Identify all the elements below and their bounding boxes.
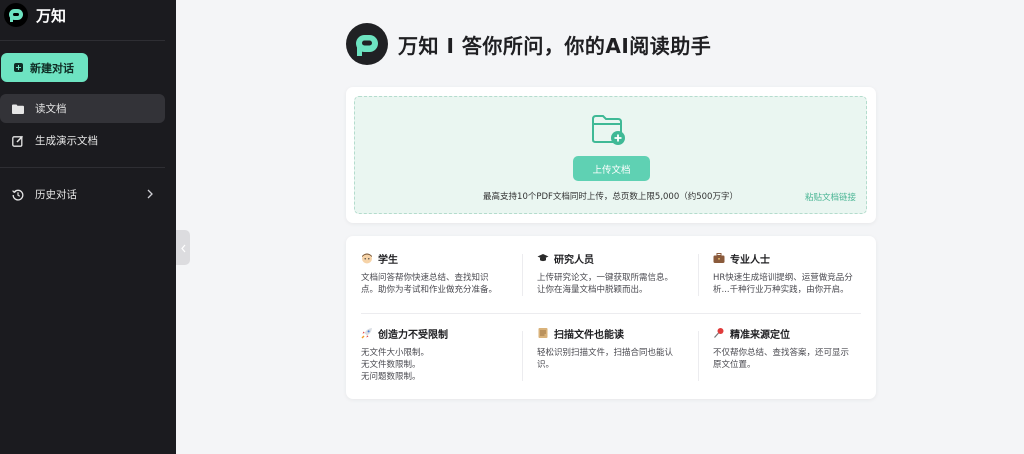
divider xyxy=(522,254,523,296)
briefcase-icon xyxy=(713,252,725,264)
new-chat-label: 新建对话 xyxy=(30,61,74,75)
app-logo-icon xyxy=(346,23,388,65)
divider xyxy=(698,331,699,381)
sidebar-item-generate-slides[interactable]: 生成演示文档 xyxy=(0,126,165,155)
features-card: 学生 文档问答帮你快速总结、查找知识 点。助你为考试和作业做充分准备。 研究人员… xyxy=(346,236,876,399)
upload-dropzone[interactable]: 上传文档 最高支持10个PDF文档同时上传，总页数上限5,000（约500万字）… xyxy=(354,96,867,214)
hero: 万知 I 答你所问，你的AI阅读助手 xyxy=(346,23,711,65)
feature-title: 学生 xyxy=(378,254,398,266)
upload-hint: 最高支持10个PDF文档同时上传，总页数上限5,000（约500万字） xyxy=(483,192,738,202)
plus-icon xyxy=(14,63,23,72)
divider xyxy=(0,167,165,168)
new-chat-button[interactable]: 新建对话 xyxy=(1,53,88,82)
history-icon xyxy=(12,189,24,201)
divider xyxy=(361,313,861,314)
feature-desc: 无文件大小限制。 无文件数限制。 无问题数限制。 xyxy=(361,348,430,382)
chevron-right-icon xyxy=(147,189,153,202)
feature-desc: 轻松识别扫描文件，扫描合同也能认 识。 xyxy=(537,348,674,370)
brand-logo-icon xyxy=(4,3,28,27)
sidebar-item-label: 历史对话 xyxy=(35,189,77,201)
folder-icon xyxy=(12,103,24,115)
scroll-icon xyxy=(537,327,549,339)
feature-desc: 文档问答帮你快速总结、查找知识 点。助你为考试和作业做充分准备。 xyxy=(361,273,498,295)
brand[interactable]: 万知 xyxy=(4,2,66,28)
rocket-icon xyxy=(361,327,373,339)
upload-card: 上传文档 最高支持10个PDF文档同时上传，总页数上限5,000（约500万字）… xyxy=(346,87,876,223)
upload-document-button[interactable]: 上传文档 xyxy=(573,156,650,181)
brand-name: 万知 xyxy=(36,6,67,25)
feature-title: 精准来源定位 xyxy=(730,329,790,341)
sidebar-item-history[interactable]: 历史对话 xyxy=(0,180,165,209)
chevron-left-icon xyxy=(180,238,186,257)
feature-title: 创造力不受限制 xyxy=(378,329,448,341)
divider xyxy=(522,331,523,381)
collapse-sidebar-button[interactable] xyxy=(176,230,190,265)
feature-item: 扫描文件也能读 轻松识别扫描文件，扫描合同也能认 识。 xyxy=(537,326,687,371)
feature-item: 研究人员 上传研究论文，一键获取所需信息。 让你在海量文档中脱颖而出。 xyxy=(537,251,687,296)
feature-title: 扫描文件也能读 xyxy=(554,329,624,341)
page-title: 万知 I 答你所问，你的AI阅读助手 xyxy=(398,33,712,58)
feature-item: 精准来源定位 不仅帮你总结、查找答案，还可显示 原文位置。 xyxy=(713,326,863,371)
feature-desc: 上传研究论文，一键获取所需信息。 让你在海量文档中脱颖而出。 xyxy=(537,273,674,295)
sidebar-item-read-docs[interactable]: 读文档 xyxy=(0,94,165,123)
feature-desc: 不仅帮你总结、查找答案，还可显示 原文位置。 xyxy=(713,348,850,370)
feature-title: 研究人员 xyxy=(554,254,594,266)
edit-doc-icon xyxy=(12,135,24,147)
feature-desc: HR快速生成培训提纲、运营做竞品分 析...千种行业万种实践，由你开启。 xyxy=(713,273,853,295)
feature-title: 专业人士 xyxy=(730,254,770,266)
feature-item: 专业人士 HR快速生成培训提纲、运营做竞品分 析...千种行业万种实践，由你开启… xyxy=(713,251,863,296)
divider xyxy=(0,40,165,41)
pin-icon xyxy=(713,327,725,339)
student-icon xyxy=(361,252,373,264)
sidebar-item-label: 读文档 xyxy=(35,103,67,115)
graduation-cap-icon xyxy=(537,252,549,264)
sidebar-item-label: 生成演示文档 xyxy=(35,135,98,147)
folder-add-icon xyxy=(591,114,627,150)
feature-item: 创造力不受限制 无文件大小限制。 无文件数限制。 无问题数限制。 xyxy=(361,326,511,383)
paste-link-button[interactable]: 粘贴文档链接 xyxy=(805,191,856,203)
sidebar: 万知 新建对话 读文档 生成演示文档 历史对话 xyxy=(0,0,176,454)
divider xyxy=(698,254,699,296)
feature-item: 学生 文档问答帮你快速总结、查找知识 点。助你为考试和作业做充分准备。 xyxy=(361,251,511,296)
